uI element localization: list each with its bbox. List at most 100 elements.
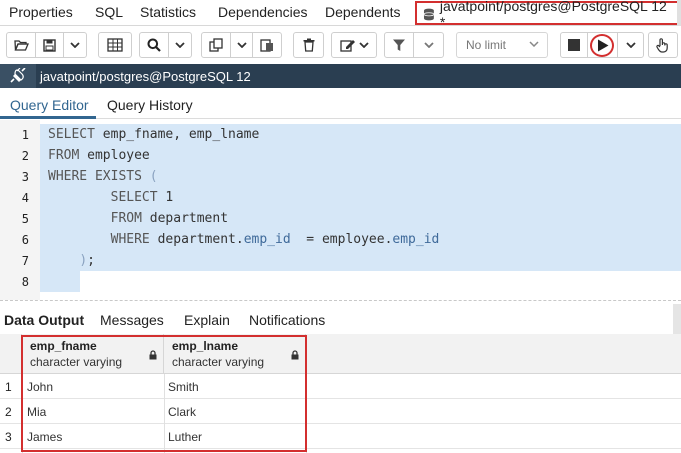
filter-icon — [393, 39, 405, 51]
code-token: employee — [87, 148, 150, 163]
trash-icon — [303, 38, 314, 52]
copy-dropdown-button[interactable] — [231, 33, 253, 57]
tab-sql[interactable]: SQL — [95, 4, 123, 20]
connection-bar[interactable]: javatpoint/postgres@PostgreSQL 12 — [0, 64, 681, 88]
tab-query-tool[interactable]: javatpoint/postgres@PostgreSQL 12 * — [415, 0, 681, 30]
paste-button[interactable] — [253, 33, 281, 57]
grid-edit-icon — [107, 38, 123, 52]
execute-highlight-circle — [590, 34, 614, 57]
active-tab-indicator — [0, 116, 96, 119]
tab-notifications[interactable]: Notifications — [249, 312, 325, 328]
tab-explain[interactable]: Explain — [184, 312, 230, 328]
filter-button[interactable] — [385, 33, 414, 57]
code-token: emp_id — [243, 232, 291, 247]
find-button[interactable] — [140, 33, 169, 57]
code-token: emp_fname, emp_lname — [102, 127, 260, 142]
code-line[interactable]: 6 WHERE department.emp_id = employee.emp… — [0, 229, 681, 250]
code-token: ; — [87, 253, 95, 268]
delete-group — [293, 32, 324, 58]
code-token: 1 — [165, 190, 174, 205]
chevron-down-icon — [625, 42, 636, 48]
tab-statistics[interactable]: Statistics — [140, 4, 196, 20]
save-button[interactable] — [36, 33, 64, 57]
output-tab-bar: Data Output Messages Explain Notificatio… — [0, 307, 681, 333]
line-number: 6 — [21, 233, 29, 247]
code-token: SELECT — [48, 127, 103, 142]
line-number: 3 — [21, 170, 29, 184]
row-limit-select[interactable]: No limit — [456, 32, 548, 58]
tab-data-output[interactable]: Data Output — [4, 312, 84, 328]
row-number[interactable]: 1 — [0, 380, 20, 394]
code-line[interactable]: 4 SELECT 1 — [0, 187, 681, 208]
tab-properties[interactable]: Properties — [9, 4, 73, 20]
row-limit-value: No limit — [466, 38, 507, 52]
tab-query-editor[interactable]: Query Editor — [10, 97, 89, 113]
line-number: 1 — [21, 128, 29, 142]
tab-scroll-indicator — [677, 0, 681, 26]
code-token: department — [149, 211, 229, 226]
code-line[interactable]: 3 WHERE EXISTS ( — [0, 166, 681, 187]
editor-splitter[interactable] — [0, 300, 681, 304]
tab-query-tool-label: javatpoint/postgres@PostgreSQL 12 * — [439, 0, 667, 30]
execute-dropdown-button[interactable] — [618, 33, 643, 57]
code-token: = employee. — [290, 232, 393, 247]
connection-label: javatpoint/postgres@PostgreSQL 12 — [40, 68, 251, 84]
paste-icon — [260, 39, 273, 52]
line-number: 2 — [21, 149, 29, 163]
find-group — [139, 32, 192, 58]
macros-group — [648, 32, 678, 58]
sql-editor[interactable]: 1 SELECT emp_fname, emp_lname 2 FROM employ… — [0, 120, 681, 300]
tab-query-history[interactable]: Query History — [107, 97, 193, 113]
database-icon — [423, 8, 435, 20]
result-highlight-box — [21, 335, 307, 452]
code-text: SELECT emp_fname, emp_lname — [48, 127, 259, 142]
top-tab-bar: Properties SQL Statistics Dependencies D… — [0, 0, 681, 30]
code-line[interactable]: 5 FROM department — [0, 208, 681, 229]
code-line[interactable]: 2 FROM employee — [0, 145, 681, 166]
filter-group — [384, 32, 444, 58]
line-number: 8 — [21, 275, 29, 289]
delete-button[interactable] — [294, 33, 323, 57]
selection-highlight — [40, 250, 681, 271]
macros-button[interactable] — [649, 33, 677, 57]
cancel-query-button[interactable] — [561, 33, 588, 57]
copy-icon — [209, 38, 223, 52]
row-number[interactable]: 2 — [0, 405, 20, 419]
open-file-button[interactable] — [7, 33, 36, 57]
code-line[interactable]: 1 SELECT emp_fname, emp_lname — [0, 124, 681, 145]
chevron-down-icon — [423, 42, 434, 48]
connection-status[interactable] — [0, 64, 36, 88]
tab-dependencies[interactable]: Dependencies — [218, 4, 308, 20]
row-header-corner[interactable] — [0, 334, 22, 374]
code-text: FROM employee — [48, 148, 150, 163]
chevron-down-icon — [529, 41, 539, 47]
plug-connected-icon — [10, 68, 26, 83]
filter-dropdown-button[interactable] — [414, 33, 443, 57]
chevron-down-icon — [236, 42, 247, 48]
save-icon — [43, 38, 56, 52]
edit-options-button[interactable] — [332, 33, 376, 57]
edit-grid-button[interactable] — [99, 33, 131, 57]
chevron-down-icon — [175, 42, 185, 48]
chevron-down-icon — [358, 42, 369, 48]
edit-grid-group — [98, 32, 132, 58]
find-dropdown-button[interactable] — [169, 33, 191, 57]
code-token: emp_id — [392, 232, 440, 247]
code-text: ); — [48, 253, 95, 268]
copy-button[interactable] — [202, 33, 231, 57]
code-token: FROM — [48, 148, 88, 163]
code-text: WHERE EXISTS ( — [48, 169, 158, 184]
line-number: 7 — [21, 254, 29, 268]
tab-dependents[interactable]: Dependents — [325, 4, 401, 20]
tab-messages[interactable]: Messages — [100, 312, 164, 328]
code-line[interactable]: 8 — [0, 271, 681, 292]
query-tab-bar: Query Editor Query History — [0, 89, 681, 119]
code-line[interactable]: 7 ); — [0, 250, 681, 271]
row-number[interactable]: 3 — [0, 430, 20, 444]
search-icon — [147, 38, 161, 52]
save-dropdown-button[interactable] — [64, 33, 86, 57]
